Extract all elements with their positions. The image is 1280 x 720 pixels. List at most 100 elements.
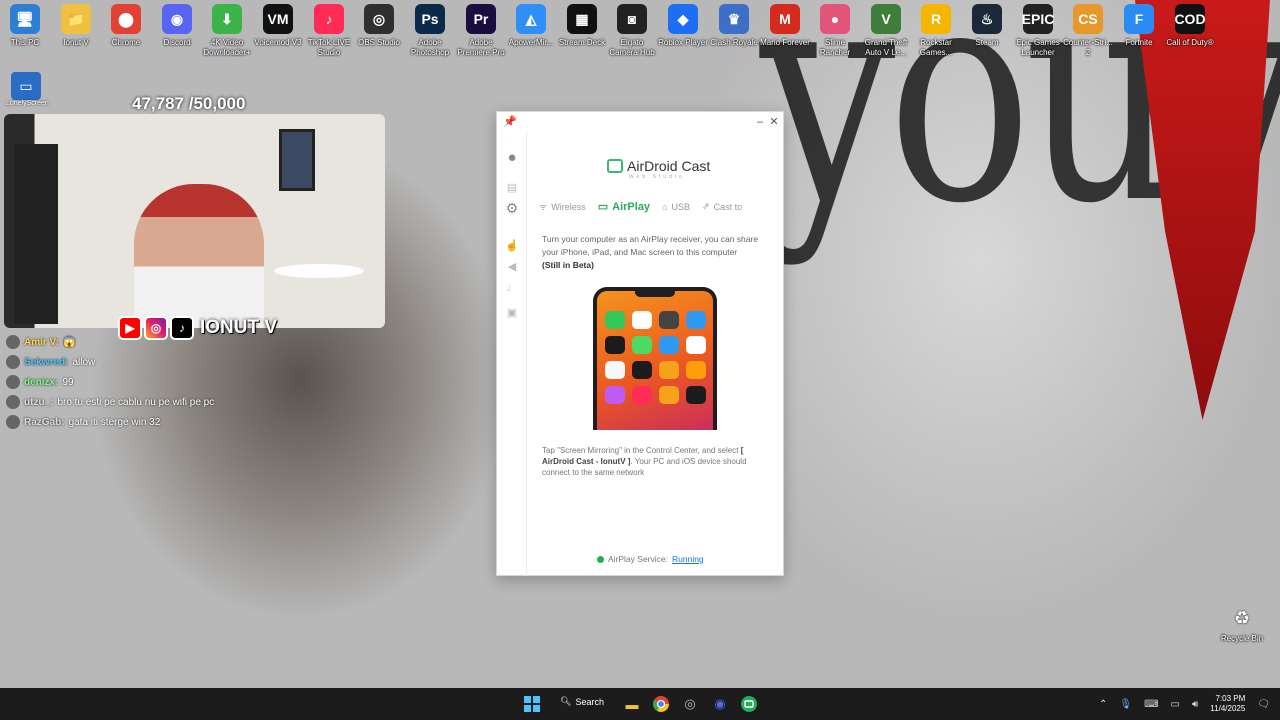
premiere-icon: Pr: [466, 4, 496, 34]
user-avatar: [6, 375, 20, 389]
obs-icon: ◎: [364, 4, 394, 34]
system-tray: ⌃ 🎙︎ ⌨ ▭ 🔊︎ 7:03 PM 11/4/2025 🗨︎: [1099, 688, 1280, 720]
desktop-icon-label: 4K Video Downloader+: [203, 38, 251, 57]
desktop-icon-clash-royale[interactable]: ♛ Clash Royale: [708, 4, 760, 48]
tab-label: Wireless: [551, 201, 586, 212]
devices-icon[interactable]: ▤: [504, 179, 520, 195]
user-avatar: [6, 335, 20, 349]
notification-icon[interactable]: 🗨︎: [1257, 699, 1270, 710]
desktop-icon-steam[interactable]: ♨ Steam: [961, 4, 1013, 48]
pointer-icon[interactable]: ☝: [504, 237, 520, 253]
desktop-icon-counter-strike[interactable]: CS Counter-Stri... 2: [1062, 4, 1114, 58]
desktop-icon-roblox[interactable]: ◆ Roblox Player: [657, 4, 709, 48]
desktop-icon-discord[interactable]: ◉ Discord: [151, 4, 203, 48]
desktop-icon-epic-games[interactable]: EPIC Epic Games Launcher: [1012, 4, 1064, 58]
phone-app-icon: [632, 386, 652, 404]
windows-start-button[interactable]: [522, 694, 542, 714]
usb-icon: ⌂: [662, 201, 668, 212]
desktop-icon-gta[interactable]: V Grand Theft Auto V Le...: [860, 4, 912, 58]
tab-wireless[interactable]: ᯤ Wireless: [539, 200, 586, 213]
desktop-icon-photoshop[interactable]: Ps Adobe Photoshop: [404, 4, 456, 58]
epic-games-icon: EPIC: [1022, 4, 1054, 34]
desktop-icon-computer[interactable]: 🖥 This PC: [0, 4, 51, 48]
volume-tray-icon[interactable]: 🔊︎: [1192, 699, 1198, 710]
phone-app-icon: [605, 311, 625, 329]
tab-usb[interactable]: ⌂ USB: [662, 202, 690, 212]
chat-text: 99: [62, 376, 74, 388]
desktop-icon-stream-deck[interactable]: ▦ Stream Deck: [556, 4, 608, 48]
desktop-icon-call-of-duty[interactable]: COD Call of Duty®: [1164, 4, 1216, 48]
video-download-icon: ⬇: [212, 4, 242, 34]
gta-icon: V: [871, 4, 901, 34]
account-icon[interactable]: ●: [504, 149, 520, 166]
pin-icon[interactable]: 📌: [503, 115, 517, 129]
app-logo: AirDroid Cast Web Studio: [607, 158, 710, 180]
chat-message: denizx: 99: [6, 372, 346, 392]
desktop-icon-label: Elgato Camera Hub: [609, 38, 655, 57]
desktop-icons: 🖥 This PC 📁 Ionut V ⬤ Chrome ◉ Discord ⬇ 4K Video…: [0, 4, 1280, 62]
network-icon[interactable]: ▭: [1171, 699, 1180, 710]
desktop-icon-premiere[interactable]: Pr Adobe Premiere Pro: [455, 4, 507, 58]
desktop-icon-label: Clash Royale: [710, 38, 758, 47]
desktop-icon-tiktok[interactable]: ♪ TikTok LIVE Studio: [303, 4, 355, 58]
clock-date: 11/4/2025: [1210, 704, 1246, 713]
settings-gear-icon[interactable]: ⚙: [504, 200, 520, 216]
folder-icon: 📁: [61, 4, 91, 34]
status-running-link[interactable]: Running: [672, 554, 704, 564]
chrome-taskbar-icon[interactable]: [651, 694, 671, 714]
obs-taskbar-icon[interactable]: ◎: [680, 694, 700, 714]
microphone-icon[interactable]: ♩: [504, 280, 520, 296]
desktop-icon-apowermirror[interactable]: ◭ ApowerMir...: [505, 4, 557, 48]
desktop-icon-label: Call of Duty®: [1166, 38, 1214, 47]
phone-app-icon: [605, 386, 625, 404]
desktop-icon-chrome[interactable]: ⬤ Chrome: [100, 4, 152, 48]
apowermirror-icon: ◭: [516, 4, 546, 34]
desktop-icon-fortnite[interactable]: F Fortnite: [1113, 4, 1165, 48]
screenshot-icon[interactable]: ▣: [504, 304, 520, 320]
camera-hub-icon: ◙: [617, 4, 647, 34]
desktop-icon-video-download[interactable]: ⬇ 4K Video Downloader+: [201, 4, 253, 58]
keyboard-icon[interactable]: ⌨: [1144, 699, 1158, 710]
phone-app-icon: [605, 336, 625, 354]
chat-overlay: Amir V: 😱 Sekwred: allow denizx: 99 utzu_: bro …: [6, 332, 346, 432]
minimize-button[interactable]: –: [753, 115, 767, 129]
desktop-icon-label: OBS Studio: [358, 38, 400, 47]
desktop-icon-label: TikTok LIVE Studio: [307, 38, 351, 57]
volume-icon[interactable]: ◀: [504, 258, 520, 274]
desktop-icon-rockstar[interactable]: R Rockstar Games...: [910, 4, 962, 58]
chat-message: Sekwred: allow: [6, 352, 346, 372]
clock[interactable]: 7:03 PM 11/4/2025: [1210, 694, 1245, 714]
desktop-icon-lonelyscreen[interactable]: ▭ LonelyScreen: [6, 72, 49, 107]
desktop-icon-mario[interactable]: M Mario Forever: [759, 4, 811, 48]
iphone-illustration: [593, 287, 717, 430]
user-avatar: [6, 355, 20, 369]
chrome-icon: ⬤: [111, 4, 141, 34]
tab-cast-to[interactable]: ⇗ Cast to: [702, 201, 742, 212]
phone-app-icon: [605, 361, 625, 379]
desktop-icon-voicemod[interactable]: VM Voicemod V3: [252, 4, 304, 48]
chat-text: bro tu esti pe cablu nu pe wifi pe pc: [57, 396, 215, 408]
discord-taskbar-icon[interactable]: ◉: [710, 694, 730, 714]
chevron-up-icon[interactable]: ⌃: [1099, 699, 1107, 710]
desktop-icon-label: Grand Theft Auto V Le...: [864, 38, 908, 57]
desktop-icon-label: Slime Rancher: [819, 38, 851, 57]
file-explorer-taskbar-icon[interactable]: ▬: [622, 694, 642, 714]
chat-message: Amir V: 😱: [6, 332, 346, 352]
webcam-scene-table: [274, 264, 364, 278]
desktop-icon-camera-hub[interactable]: ◙ Elgato Camera Hub: [606, 4, 658, 58]
desktop-icon-label: This PC: [10, 38, 40, 47]
wifi-icon: ᯤ: [539, 202, 548, 212]
microphone-tray-icon[interactable]: 🎙︎: [1119, 699, 1132, 710]
phone-app-icon: [659, 386, 679, 404]
tab-airplay[interactable]: ▭ AirPlay: [598, 200, 650, 214]
airdroid-taskbar-icon[interactable]: [739, 694, 759, 714]
desktop-icon-recycle-bin[interactable]: ♻ Recycle Bin: [1220, 608, 1264, 643]
close-button[interactable]: ✕: [767, 115, 781, 129]
taskbar-search-button[interactable]: 🔍︎ Search: [560, 696, 604, 707]
mirroring-instructions: Tap "Screen Mirroring" in the Control Ce…: [542, 445, 774, 478]
window-titlebar[interactable]: 📌 – ✕: [497, 112, 783, 132]
desktop-icon-obs[interactable]: ◎ OBS Studio: [353, 4, 405, 48]
desktop-icon-slime[interactable]: ● Slime Rancher: [809, 4, 861, 58]
desktop-icon-label: Chrome: [111, 38, 141, 47]
desktop-icon-folder[interactable]: 📁 Ionut V: [50, 4, 102, 48]
